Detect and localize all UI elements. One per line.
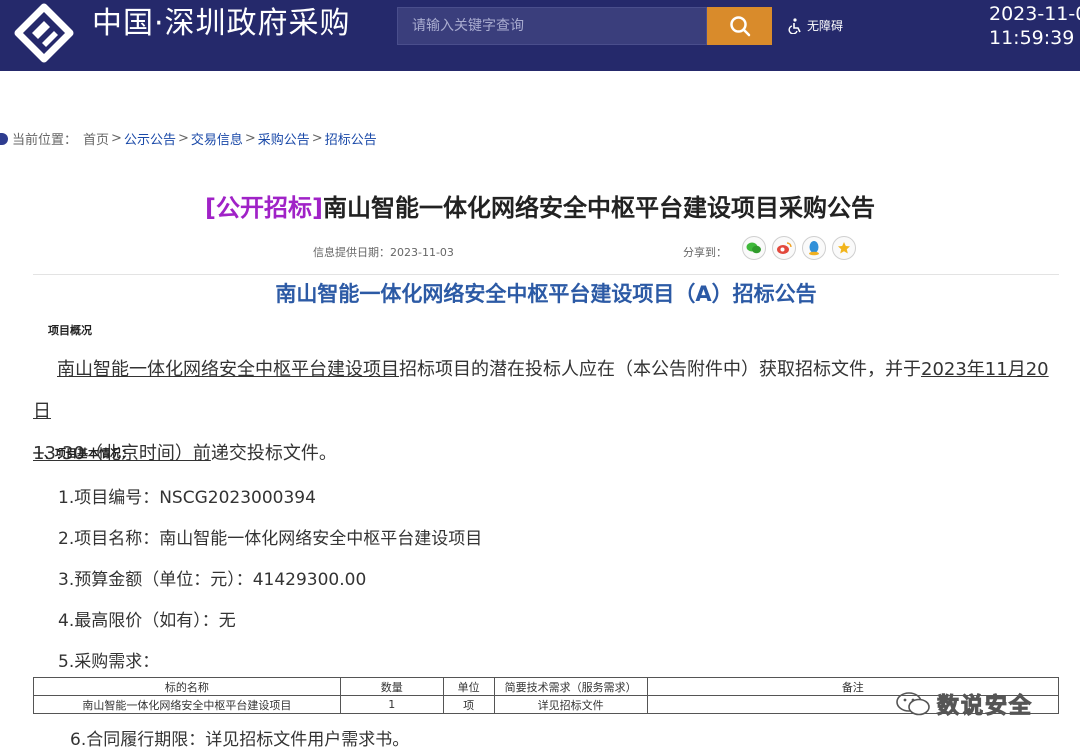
site-title[interactable]: 中国·深圳政府采购 <box>92 6 351 42</box>
item-requirements: 5.采购需求： <box>58 652 160 672</box>
top-header: 中国·深圳政府采购 请输入关键字查询 无障碍 2023-11-0 11:59:3… <box>0 0 1080 71</box>
clock: 2023-11-0 11:59:39 <box>989 2 1080 50</box>
table-cell: 南山智能一体化网络安全中枢平台建设项目 <box>33 695 341 714</box>
weibo-icon[interactable] <box>772 236 796 260</box>
wechat-icon[interactable] <box>742 236 766 260</box>
publish-date-value: 2023-11-03 <box>390 246 454 259</box>
page-title: [公开招标]南山智能一体化网络安全中枢平台建设项目采购公告 <box>0 188 1080 223</box>
accessibility-button[interactable]: 无障碍 <box>788 17 843 34</box>
breadcrumb-tender[interactable]: 招标公告 <box>325 129 377 148</box>
table-header-cell: 数量 <box>339 677 444 696</box>
breadcrumb-home[interactable]: 首页 <box>83 129 109 148</box>
table-cell: 项 <box>442 695 495 714</box>
publish-date-label: 信息提供日期： <box>313 246 390 259</box>
location-marker-icon <box>0 132 8 145</box>
overview-paragraph: 南山智能一体化网络安全中枢平台建设项目招标项目的潜在投标人应在（本公告附件中）获… <box>33 349 1063 475</box>
overview-heading: 项目概况 <box>48 324 92 337</box>
site-logo-icon[interactable] <box>12 3 76 63</box>
wheelchair-icon <box>788 17 801 34</box>
clock-date: 2023-11-0 <box>989 3 1080 25</box>
watermark: 数说安全 <box>895 688 1033 720</box>
breadcrumb-procurement[interactable]: 采购公告 <box>258 129 310 148</box>
breadcrumb-announcements[interactable]: 公示公告 <box>124 129 176 148</box>
search-input[interactable]: 请输入关键字查询 <box>397 7 707 45</box>
share-icons <box>742 236 856 260</box>
qq-icon[interactable] <box>802 236 826 260</box>
table-header-cell: 标的名称 <box>33 677 341 696</box>
favorite-icon[interactable] <box>832 236 856 260</box>
breadcrumb: 当前位置： 首页 > 公示公告 > 交易信息 > 采购公告 > 招标公告 <box>0 129 377 148</box>
overview-project-name: 南山智能一体化网络安全中枢平台建设项目 <box>57 359 399 380</box>
table-cell: 1 <box>339 695 444 714</box>
table-header-cell: 单位 <box>442 677 495 696</box>
notice-subtitle: 南山智能一体化网络安全中枢平台建设项目（A）招标公告 <box>275 282 817 306</box>
accessibility-label: 无障碍 <box>807 19 844 33</box>
search-icon <box>729 16 750 37</box>
item-project-number: 1.项目编号：NSCG2023000394 <box>58 488 316 508</box>
title-tag: [公开招标] <box>205 194 323 222</box>
watermark-text: 数说安全 <box>936 694 1034 720</box>
section-1-heading: 一、项目基本情况： <box>33 447 132 460</box>
title-text: 南山智能一体化网络安全中枢平台建设项目采购公告 <box>322 194 875 222</box>
item-max-price: 4.最高限价（如有）：无 <box>58 611 236 631</box>
publish-date: 信息提供日期：2023-11-03 <box>313 244 454 260</box>
clock-time: 11:59:39 <box>989 27 1075 49</box>
item-project-name: 2.项目名称：南山智能一体化网络安全中枢平台建设项目 <box>58 529 483 549</box>
share-label: 分享到： <box>683 246 727 259</box>
item-contract-period: 6.合同履行期限：详见招标文件用户需求书。 <box>70 730 410 750</box>
breadcrumb-label: 当前位置： <box>12 133 78 148</box>
title-divider <box>33 274 1059 275</box>
breadcrumb-trade-info[interactable]: 交易信息 <box>191 129 243 148</box>
item-budget: 3.预算金额（单位：元）：41429300.00 <box>58 570 367 590</box>
search-button[interactable] <box>707 7 772 45</box>
wechat-watermark-icon <box>896 692 930 716</box>
overview-middle-text: 招标项目的潜在投标人应在（本公告附件中）获取招标文件，并于 <box>399 359 921 380</box>
overview-end-text: 递交投标文件。 <box>210 443 337 464</box>
table-header-cell: 简要技术需求（服务需求） <box>493 677 648 696</box>
table-cell: 详见招标文件 <box>493 695 648 714</box>
